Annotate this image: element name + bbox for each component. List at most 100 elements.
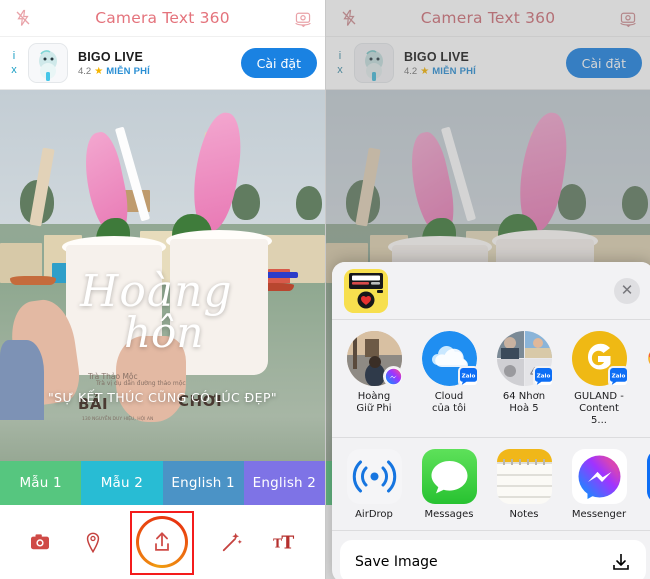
ad-app-name: BIGO LIVE xyxy=(78,49,144,64)
ad-marks: i x xyxy=(330,50,350,76)
avatar: 😍 😊 xyxy=(647,331,650,386)
contact-name-line1: GULAND - xyxy=(574,391,624,402)
ad-price-label: MIỄN PHÍ xyxy=(106,65,151,77)
ad-info-icon[interactable]: i xyxy=(339,50,341,62)
ad-banner[interactable]: i x BIGO LIVE 4.2 ★ MIỄN PHÍ Cài đặt xyxy=(326,36,650,90)
zalo-icon xyxy=(646,448,650,504)
camera-flip-icon[interactable] xyxy=(618,10,638,28)
contact-name-line2: Hoà 5 xyxy=(509,403,539,415)
ad-app-name: BIGO LIVE xyxy=(404,49,470,64)
airdrop-icon xyxy=(346,448,402,504)
share-contacts-row[interactable]: Hoàng Giữ Phi Zalo Cloud của tôi Zalo 64… xyxy=(332,320,650,438)
cup-sublabel: Trà vị dụ dẫn đường thảo mộc xyxy=(96,380,186,387)
action-label: Save Image xyxy=(355,553,438,570)
app-title: Camera Text 360 xyxy=(420,9,556,27)
ad-subline: 4.2 ★ MIỄN PHÍ xyxy=(78,66,241,77)
star-icon: ★ xyxy=(94,65,104,77)
bottom-toolbar: T T xyxy=(0,505,325,579)
template-tab-label: Mẫu 2 xyxy=(100,475,144,491)
template-tab-0[interactable]: Mẫu 1 xyxy=(0,461,82,505)
phone-screen-left: Camera Text 360 i x BIGO LIVE 4.2 ★ MIỄN… xyxy=(0,0,325,579)
share-app-messages[interactable]: Messages xyxy=(421,448,477,521)
share-app-airdrop[interactable]: AirDrop xyxy=(346,448,402,521)
heart-eyes-emoji-icon: 😍 xyxy=(647,349,650,369)
share-contact-2[interactable]: 41 Zalo 64 Nhơn Hoà 5 xyxy=(496,331,554,415)
magic-wand-icon[interactable] xyxy=(217,527,247,557)
ad-close-icon[interactable]: x xyxy=(11,64,17,76)
ad-install-button[interactable]: Cài đặt xyxy=(240,48,317,78)
share-contact-0[interactable]: Hoàng Giữ Phi xyxy=(346,331,404,415)
contact-name-line2: Giữ Phi xyxy=(356,403,392,415)
template-tab-strip: Mẫu 1 Mẫu 2 English 1 English 2 xyxy=(0,461,325,505)
ad-close-icon[interactable]: x xyxy=(337,64,343,76)
flash-off-icon[interactable] xyxy=(14,9,32,27)
screenshot-stage: Camera Text 360 i x BIGO LIVE 4.2 ★ MIỄN… xyxy=(0,0,650,579)
share-contact-3[interactable]: Zalo GULAND - Content 5... xyxy=(571,331,629,428)
template-tab-3[interactable]: English 2 xyxy=(243,461,325,505)
avatar xyxy=(346,331,404,387)
photo-canvas[interactable]: Trà Thảo Mộc Trà vị dụ dẫn đường thảo mộ… xyxy=(0,90,325,461)
share-contact-label: 64 Nhơn Hoà 5 xyxy=(496,391,552,415)
template-tab-2[interactable]: English 1 xyxy=(162,461,244,505)
cup-address: 130 NGUYỄN DUY HIỆU, HỘI AN xyxy=(82,417,154,422)
share-app-label: Messenger xyxy=(571,508,627,520)
ad-rating: 4.2 xyxy=(78,65,92,77)
svg-text:Zalo: Zalo xyxy=(461,374,475,380)
share-app-label: Notes xyxy=(509,508,539,520)
location-pin-icon[interactable] xyxy=(78,527,108,557)
notes-icon xyxy=(496,448,552,504)
camera-text-360-app-icon xyxy=(344,268,388,313)
ad-info-icon[interactable]: i xyxy=(13,50,15,62)
camera-flip-icon[interactable] xyxy=(293,10,313,28)
share-sheet-header: ✕ xyxy=(332,262,650,320)
app-top-bar: Camera Text 360 xyxy=(326,0,650,36)
share-contact-4[interactable]: 😍 😊 xyxy=(646,331,650,391)
template-tab-label: Mẫu 1 xyxy=(19,475,62,491)
share-button-wrapper xyxy=(130,510,195,575)
share-sheet: ✕ Hoàng Giữ Phi Zalo Cloud của tôi Zalo … xyxy=(332,262,650,579)
avatar: Zalo xyxy=(421,331,479,387)
ad-text-block: BIGO LIVE 4.2 ★ MIỄN PHÍ xyxy=(394,50,566,77)
action-save-image[interactable]: Save Image xyxy=(340,540,646,579)
contact-name-line1: Cloud xyxy=(434,391,464,402)
flash-off-icon[interactable] xyxy=(340,9,358,27)
template-tab-label: English 2 xyxy=(252,475,317,491)
highlight-box xyxy=(130,511,195,575)
ad-price-label: MIỄN PHÍ xyxy=(432,65,477,77)
svg-text:Zalo: Zalo xyxy=(611,374,625,380)
contact-name-line2: của tôi xyxy=(432,403,466,415)
avatar: Zalo xyxy=(571,331,629,387)
share-app-zalo[interactable] xyxy=(646,448,650,509)
zalo-badge: Zalo xyxy=(532,366,554,387)
contact-name-line2: Content 5... xyxy=(579,403,619,427)
share-app-label: Messages xyxy=(424,508,474,520)
share-apps-row[interactable]: AirDrop Messages Notes Messenger xyxy=(332,437,650,531)
emoji-avatar: 😍 😊 xyxy=(647,331,650,386)
share-contact-label: GULAND - Content 5... xyxy=(571,391,627,428)
share-contact-label: Hoàng Giữ Phi xyxy=(346,391,402,415)
ad-subline: 4.2 ★ MIỄN PHÍ xyxy=(404,66,566,77)
ad-install-button[interactable]: Cài đặt xyxy=(565,48,642,78)
svg-text:T: T xyxy=(281,533,294,552)
sleeve xyxy=(0,340,44,420)
ad-text-block: BIGO LIVE 4.2 ★ MIỄN PHÍ xyxy=(68,50,241,77)
app-top-bar: Camera Text 360 xyxy=(0,0,325,36)
template-tab-label: English 1 xyxy=(171,475,235,491)
ad-marks: i x xyxy=(4,50,24,76)
messages-icon xyxy=(421,448,477,504)
app-title: Camera Text 360 xyxy=(95,9,230,27)
template-tab-1[interactable]: Mẫu 2 xyxy=(81,461,163,505)
ad-banner[interactable]: i x BIGO LIVE 4.2 ★ MIỄN PHÍ Cài đặt xyxy=(0,36,325,90)
zalo-badge: Zalo xyxy=(457,366,479,387)
contact-name-line1: 64 Nhơn xyxy=(502,391,546,402)
close-icon[interactable]: ✕ xyxy=(614,277,640,304)
star-icon: ★ xyxy=(420,65,430,77)
text-tool-icon[interactable]: T T xyxy=(270,527,300,557)
svg-text:Zalo: Zalo xyxy=(536,374,550,380)
share-app-messenger[interactable]: Messenger xyxy=(571,448,627,521)
share-app-label: AirDrop xyxy=(355,508,393,520)
bigo-live-app-icon xyxy=(28,43,68,83)
camera-icon[interactable] xyxy=(25,527,55,557)
share-contact-1[interactable]: Zalo Cloud của tôi xyxy=(421,331,479,415)
share-app-notes[interactable]: Notes xyxy=(496,448,552,521)
